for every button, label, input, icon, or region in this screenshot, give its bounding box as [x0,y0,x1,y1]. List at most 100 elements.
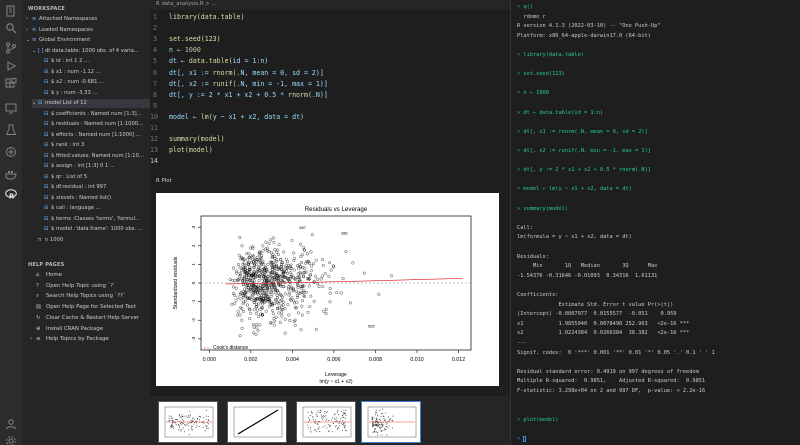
workspace-tree-row[interactable]: ⊟ $ x1 : num -1.12 ... [38,68,150,77]
workspace-tree-row[interactable]: ⊟ $ residuals : Named num [1:1000... [38,120,150,129]
help-item[interactable]: ? Open Help Topic using `?` [36,281,116,291]
thumb-point [331,431,333,433]
variable-icon: ⊟ [44,184,49,190]
thumb-point [199,419,200,421]
help-item[interactable]: › ≡ Help Topics by Package [30,334,109,344]
data-point [257,265,261,269]
thumb-point [375,419,377,421]
workspace-tree-row[interactable]: ⊟ $ qr : List of 5 [38,173,150,182]
code-line[interactable]: 7 dt[, x2 := runif(.N, min = -1, max = 1)… [150,79,328,90]
code-line[interactable]: 14 [150,156,169,167]
thumb-point [373,430,375,432]
r-terminal[interactable]: > q() rdome r R version 4.1.3 (2022-03-10… [510,0,800,445]
code-line[interactable]: 2 [150,23,169,34]
workspace-tree-row[interactable]: ⊟ $ x2 : num -0.681 ... [38,78,150,87]
workspace-tree-row[interactable]: ⊟ $ effects : Named num [1:1000] ... [38,131,150,140]
code-line[interactable]: 9 [150,101,169,112]
code-line[interactable]: 8 dt[, y := 2 * x1 + x2 + 0.5 * rnorm(.N)… [150,90,328,101]
workspace-tree-row[interactable]: ⊟ $ fitted.values: Named num [1:10... [38,152,150,161]
editor-breadcrumb[interactable]: R data_analysis.R > ... [156,1,217,7]
plot-thumbnail[interactable] [361,401,421,443]
code-token: rnorm( [288,90,312,99]
remote-icon[interactable] [5,102,17,114]
code-line[interactable]: 4n ← 1000 [150,45,201,56]
thumb-point [346,430,348,432]
workspace-tree-row[interactable]: ⌄ ⊟ model List of 12 [32,99,150,108]
help-item[interactable]: ▤ Open Help Page for Selected Text [36,302,136,312]
data-point [254,259,258,263]
workspace-tree-row[interactable]: ⊟ $ assign : int [1:3] 0 1 ... [38,162,150,171]
workspace-tree-row[interactable]: ⊟ $ id : int 1 2 ... [38,57,150,66]
data-point [277,243,281,247]
workspace-tree-row[interactable]: ⌄[ ] dt data.table: 1000 obs. of 4 varia.… [32,47,150,56]
help-item[interactable]: ⌕ Search Help Topics using `??` [36,291,126,301]
workspace-tree-row[interactable]: › ≡ Attached Namespaces [26,15,150,24]
thumb-point [324,410,326,412]
code-line[interactable]: 6 dt[, x1 := rnorm(.N, mean = 0, sd = 2)] [150,68,324,79]
plot-tab[interactable]: R Plot [156,178,172,184]
plot-thumbnail[interactable] [227,401,287,443]
thumb-point [310,431,312,433]
thumb-point [178,425,180,427]
terminal-line: x2 1.0224384 0.0266384 38.382 <2e-16 *** [517,329,689,337]
thumb-point [175,418,177,420]
thumb-point [190,425,192,427]
thumb-point [193,423,195,425]
workspace-tree-row[interactable]: ⊟ $ model :'data.frame': 1000 obs. ... [38,225,150,234]
data-point [286,260,289,263]
data-point [309,294,313,298]
r-icon[interactable]: R [5,188,17,200]
test-icon[interactable] [5,124,17,136]
account-icon[interactable] [5,418,17,430]
data-point [272,323,276,327]
workspace-tree-row[interactable]: πn 1000 [32,236,150,245]
help-item[interactable]: ↻ Clear Cache & Restart Help Server [36,313,139,323]
workspace-tree-row[interactable]: ⊟ $ call : language ... [38,204,150,213]
terminal-line: > dt[, x1 := rnorm(.N, mean = 0, sd = 2)… [517,128,648,136]
search-icon[interactable] [5,22,17,34]
thumb-point [202,426,204,428]
plot-thumbnail[interactable] [296,401,356,443]
docker-icon[interactable] [5,168,17,180]
code-line[interactable]: 5 dt ← data.table(id = 1:n) [150,56,268,67]
workspace-tree-row[interactable]: ⊟ $ xlevels : Named list() [38,194,150,203]
code-line[interactable]: 3 set.seed(123) [150,34,221,45]
variable-icon: ⊟ [44,58,49,64]
data-point [335,291,339,294]
thumb-point [388,420,390,422]
files-icon[interactable] [5,5,17,17]
thumb-point [385,423,387,425]
code-line[interactable]: 12 summary(model) [150,134,225,145]
workspace-tree-row[interactable]: ⌄ ≡ Global Environment [26,36,150,45]
run-debug-icon[interactable] [5,60,17,72]
thumb-point [193,418,195,420]
source-control-icon[interactable] [5,42,17,54]
code-line[interactable]: 10 model ← lm(y ~ x1 + x2, data = dt) [150,112,304,123]
plot-thumbnail[interactable] [158,401,218,443]
workspace-tree-row[interactable]: ⊟ $ df.residual : int 997 [38,183,150,192]
thumb-point [386,434,388,436]
workspace-tree-row[interactable]: › ≡ Loaded Namespaces [26,26,150,35]
data-point [300,313,304,317]
code-line[interactable]: 1 library(data.table) [150,12,244,23]
terminal-cursor[interactable] [523,435,527,442]
help-item[interactable]: ⌂ Home [36,270,62,280]
workspace-tree-row[interactable]: ⊟ $ y : num -3.33 ... [38,89,150,98]
code-line[interactable]: 11 [150,123,169,134]
settings-icon[interactable] [5,435,17,445]
git-icon[interactable] [5,146,17,158]
workspace-tree-row[interactable]: ⊟ $ terms :Classes 'terms', 'formul... [38,215,150,224]
data-point [341,277,345,280]
workspace-tree-row[interactable]: ⊟ $ coefficients : Named num [1:3]... [38,110,150,119]
variable-icon: ⊟ [44,226,49,232]
thumb-point [342,420,344,422]
code-line[interactable]: 13 plot(model) [150,145,213,156]
thumb-point [384,428,386,430]
thumb-point [185,425,187,427]
thumb-point [385,412,387,414]
extensions-icon[interactable] [5,78,17,90]
data-point [234,298,238,302]
help-item[interactable]: ⊕ Install CRAN Package [36,324,103,334]
thumb-point [374,428,376,430]
workspace-tree-row[interactable]: ⊟ $ rank : int 3 [38,141,150,150]
